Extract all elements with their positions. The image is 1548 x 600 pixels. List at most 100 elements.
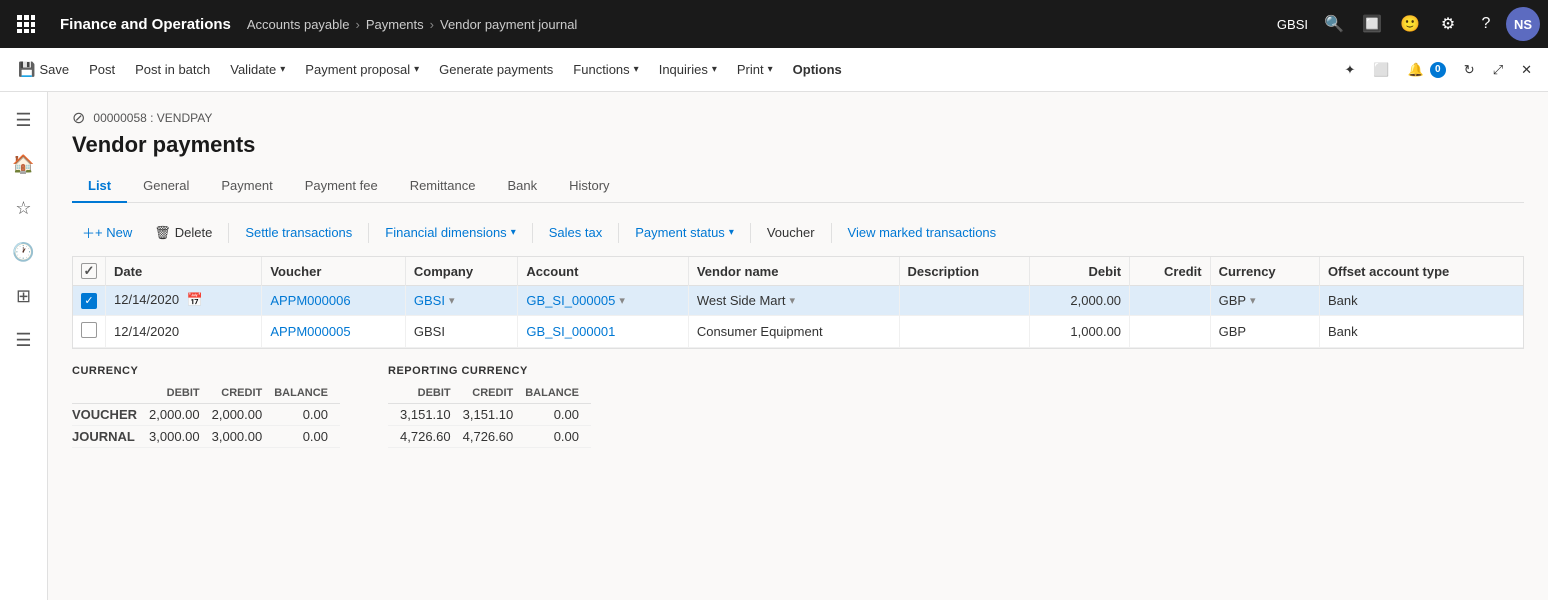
command-bar: 💾 Save Post Post in batch Validate ▾ Pay… [0,48,1548,92]
col-select-all[interactable]: ✓ [73,257,106,286]
sidebar-workspaces-button[interactable]: ⊞ [4,276,44,316]
rep-col-credit: CREDIT [463,385,526,404]
journal-id: 00000058 : VENDPAY [93,111,212,125]
notifications-count: 0 [1430,62,1446,78]
tab-list[interactable]: List [72,170,127,203]
inquiries-button[interactable]: Inquiries ▾ [649,48,727,92]
notifications-icon-btn[interactable]: 🔲 [1354,6,1390,42]
col-currency: Currency [1210,257,1319,286]
toolbar-separator-1 [228,223,229,243]
row1-voucher: APPM000006 [262,286,406,316]
row2-voucher-link[interactable]: APPM000005 [270,324,350,339]
col-date: Date [106,257,262,286]
col-credit: Credit [1130,257,1211,286]
table-row[interactable]: ✓ 12/14/2020 📅 APPM000006 GBSI ▾ [73,286,1523,316]
row1-currency-dropdown-arrow[interactable]: ▾ [1250,294,1256,307]
row2-account-link[interactable]: GB_SI_000001 [526,324,615,339]
emoji-icon-btn[interactable]: 🙂 [1392,6,1428,42]
options-button[interactable]: Options [783,48,852,92]
rep-col-debit: DEBIT [400,385,463,404]
delete-button[interactable]: 🗑 Delete [144,221,222,245]
new-button[interactable]: ＋ + New [72,219,142,246]
post-in-batch-button[interactable]: Post in batch [125,48,220,92]
tab-history[interactable]: History [553,170,625,203]
row2-checkbox[interactable] [81,322,97,338]
sum-journal-credit: 3,000.00 [212,425,275,447]
toolbar-separator-6 [831,223,832,243]
voucher-button[interactable]: Voucher [757,221,825,244]
breadcrumb-accounts-payable[interactable]: Accounts payable [247,17,350,32]
notifications-badge-button[interactable]: 🔔 0 [1400,48,1454,92]
rep-voucher-debit: 3,151.10 [400,403,463,425]
reporting-currency-summary: REPORTING CURRENCY DEBIT CREDIT BALANCE [388,365,591,448]
toolbar-separator-4 [618,223,619,243]
row2-checkbox-cell[interactable] [73,315,106,347]
row1-checkbox-cell[interactable]: ✓ [73,286,106,316]
sidebar-list-button[interactable]: ☰ [4,320,44,360]
view-marked-button[interactable]: View marked transactions [838,221,1007,244]
app-grid-button[interactable] [8,6,44,42]
breadcrumb-payments[interactable]: Payments [366,17,424,32]
row1-voucher-link[interactable]: APPM000006 [270,293,350,308]
sales-tax-button[interactable]: Sales tax [539,221,612,244]
payment-status-button[interactable]: Payment status ▾ [625,221,744,244]
tab-payment-fee[interactable]: Payment fee [289,170,394,203]
user-avatar[interactable]: NS [1506,7,1540,41]
inquiries-dropdown-arrow: ▾ [712,64,717,75]
settings-icon-btn[interactable]: ⚙ [1430,6,1466,42]
table-row[interactable]: 12/14/2020 APPM000005 GBSI GB_SI_000001 … [73,315,1523,347]
summary-section: CURRENCY DEBIT CREDIT BALANCE [72,365,1524,448]
settle-transactions-button[interactable]: Settle transactions [235,221,362,244]
refresh-button[interactable]: ↻ [1456,48,1483,92]
print-button[interactable]: Print ▾ [727,48,783,92]
select-all-checkbox[interactable]: ✓ [81,263,97,279]
breadcrumb: Accounts payable › Payments › Vendor pay… [247,17,1267,32]
row2-vendor-name: Consumer Equipment [688,315,899,347]
sidebar-home-button[interactable]: 🏠 [4,144,44,184]
personalize-button[interactable]: ✦ [1337,48,1364,92]
row1-company-value[interactable]: GBSI [414,293,445,308]
calendar-icon-1[interactable]: 📅 [187,292,203,307]
functions-button[interactable]: Functions ▾ [563,48,648,92]
tab-payment[interactable]: Payment [205,170,288,203]
row2-voucher: APPM000005 [262,315,406,347]
rep-journal-credit: 4,726.60 [463,425,526,447]
tab-remittance[interactable]: Remittance [394,170,492,203]
sidebar-menu-button[interactable]: ☰ [4,100,44,140]
close-button[interactable]: ✕ [1513,48,1540,92]
journal-table: ✓ Date Voucher Company Account Vendor na… [72,256,1524,349]
open-in-new-button[interactable]: ⬜ [1365,48,1397,92]
rep-voucher-credit: 3,151.10 [463,403,526,425]
sum-col-debit: DEBIT [149,385,212,404]
open-external-button[interactable]: ⤢ [1485,48,1511,92]
post-button[interactable]: Post [79,48,125,92]
row1-offset-account-type: Bank [1319,286,1523,316]
sum-col-balance: BALANCE [274,385,340,404]
filter-icon-button[interactable]: ⊘ [72,108,85,128]
reporting-summary-table: DEBIT CREDIT BALANCE 3,151.10 3,151.10 0… [388,385,591,448]
sum-journal-label: JOURNAL [72,425,149,447]
sum-journal-debit: 3,000.00 [149,425,212,447]
row1-vendor-dropdown-arrow[interactable]: ▾ [789,294,795,307]
sidebar-recent-button[interactable]: 🕐 [4,232,44,272]
summary-row-voucher: VOUCHER 2,000.00 2,000.00 0.00 [72,403,340,425]
save-button[interactable]: 💾 Save [8,48,79,92]
financial-dimensions-button[interactable]: Financial dimensions ▾ [375,221,525,244]
help-icon-btn[interactable]: ? [1468,6,1504,42]
row1-company-dropdown-arrow[interactable]: ▾ [449,294,455,307]
tab-general[interactable]: General [127,170,205,203]
generate-payments-button[interactable]: Generate payments [429,48,563,92]
payment-proposal-button[interactable]: Payment proposal ▾ [295,48,429,92]
validate-button[interactable]: Validate ▾ [220,48,295,92]
currency-summary-table: DEBIT CREDIT BALANCE VOUCHER 2,000.00 2,… [72,385,340,448]
sidebar-favorites-button[interactable]: ☆ [4,188,44,228]
breadcrumb-sep-2: › [430,17,434,32]
col-vendor-name: Vendor name [688,257,899,286]
reporting-currency-label: REPORTING CURRENCY [388,365,591,377]
rep-col-balance: BALANCE [525,385,591,404]
tab-bank[interactable]: Bank [491,170,553,203]
row1-checkbox[interactable]: ✓ [81,293,97,309]
row1-account-value[interactable]: GB_SI_000005 [526,293,615,308]
search-icon-btn[interactable]: 🔍 [1316,6,1352,42]
row1-account-dropdown-arrow[interactable]: ▾ [619,294,625,307]
